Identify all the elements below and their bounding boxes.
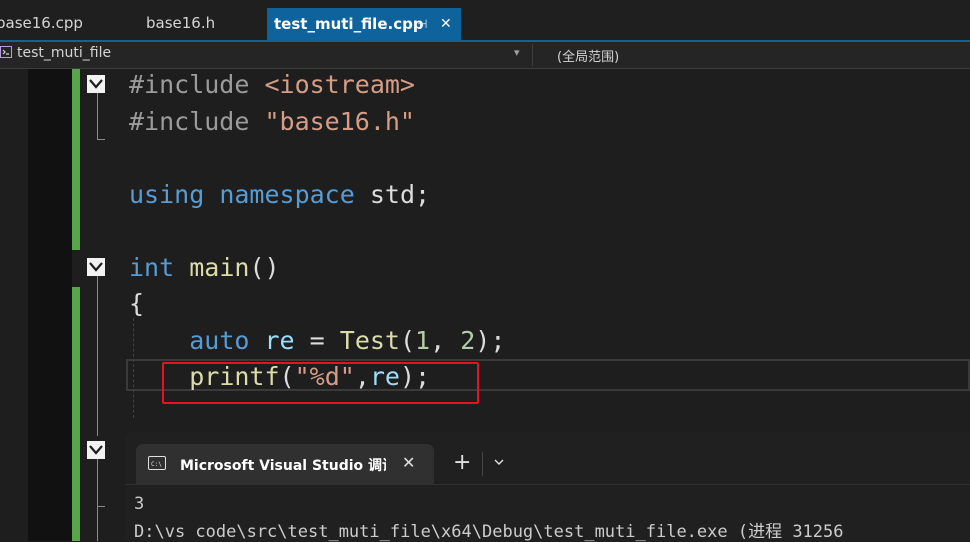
code-token: std; <box>354 180 431 209</box>
code-token: #include <box>129 107 265 136</box>
code-line[interactable]: using namespace std; <box>129 179 430 211</box>
code-line[interactable]: auto re = Test(1, 2); <box>129 325 505 357</box>
terminal-output-line: D:\vs code\src\test_muti_file\x64\Debug\… <box>134 522 844 542</box>
terminal-tab-divider <box>482 452 483 476</box>
code-token: #include <box>129 70 265 99</box>
tab-test-muti-file-cpp[interactable]: test_muti_file.cpp ⊣ ✕ <box>267 8 461 40</box>
outline-line <box>97 459 98 541</box>
code-token: , <box>430 326 461 355</box>
tab-label: test_muti_file.cpp <box>274 15 424 33</box>
code-token: ( <box>399 326 416 355</box>
chevron-down-icon[interactable] <box>493 456 505 468</box>
code-token: int <box>129 253 175 282</box>
code-line[interactable]: { <box>129 288 144 320</box>
tab-base16-h[interactable]: base16.h <box>146 8 215 38</box>
console-icon: C:\ <box>148 456 166 470</box>
global-scope-dropdown[interactable]: (全局范围) <box>557 46 619 65</box>
new-tab-button[interactable]: + <box>453 450 471 476</box>
code-token: re <box>264 326 295 355</box>
code-token: = <box>294 326 340 355</box>
code-token: "base16.h" <box>264 107 415 136</box>
code-token: { <box>129 289 145 318</box>
code-token: () <box>249 253 280 282</box>
outline-end <box>97 139 105 140</box>
chevron-down-icon[interactable]: ▾ <box>514 46 520 59</box>
terminal-title: Microsoft Visual Studio 调试控制台 <box>180 458 386 474</box>
code-token: <iostream> <box>264 70 415 99</box>
project-icon <box>0 46 12 58</box>
project-scope-dropdown[interactable]: test_muti_file <box>17 45 111 61</box>
terminal-output-line: 3 <box>134 494 145 514</box>
collapse-icon[interactable] <box>87 258 105 276</box>
code-token: 1 <box>415 326 431 355</box>
code-line[interactable]: #include <iostream> <box>129 69 415 101</box>
collapse-icon[interactable] <box>87 441 105 459</box>
indicator-margin <box>28 69 72 541</box>
code-token: namespace <box>219 180 355 209</box>
outline-end <box>97 506 105 507</box>
code-token: Test <box>339 326 400 355</box>
code-token: ); <box>475 326 506 355</box>
code-token: auto <box>189 326 250 355</box>
collapse-icon[interactable] <box>87 75 105 93</box>
code-line[interactable]: #include "base16.h" <box>129 106 415 138</box>
annotation-highlight-box <box>162 362 479 404</box>
code-token: 2 <box>460 326 476 355</box>
outline-line <box>97 93 98 139</box>
code-line[interactable]: int main() <box>129 252 280 284</box>
close-icon[interactable]: ✕ <box>402 453 415 472</box>
change-bar <box>72 69 80 250</box>
close-icon[interactable]: ✕ <box>440 9 452 39</box>
change-bar <box>72 287 80 541</box>
terminal-tab-underline <box>125 484 970 485</box>
code-token: main <box>189 253 250 282</box>
navbar-divider <box>532 44 533 66</box>
pin-icon[interactable]: ⊣ <box>417 9 427 39</box>
code-token: using <box>129 180 205 209</box>
svg-text:C:\: C:\ <box>151 461 162 468</box>
outline-line <box>97 276 98 436</box>
navigation-bar <box>0 42 970 69</box>
tab-base16-cpp[interactable]: base16.cpp <box>0 8 83 38</box>
